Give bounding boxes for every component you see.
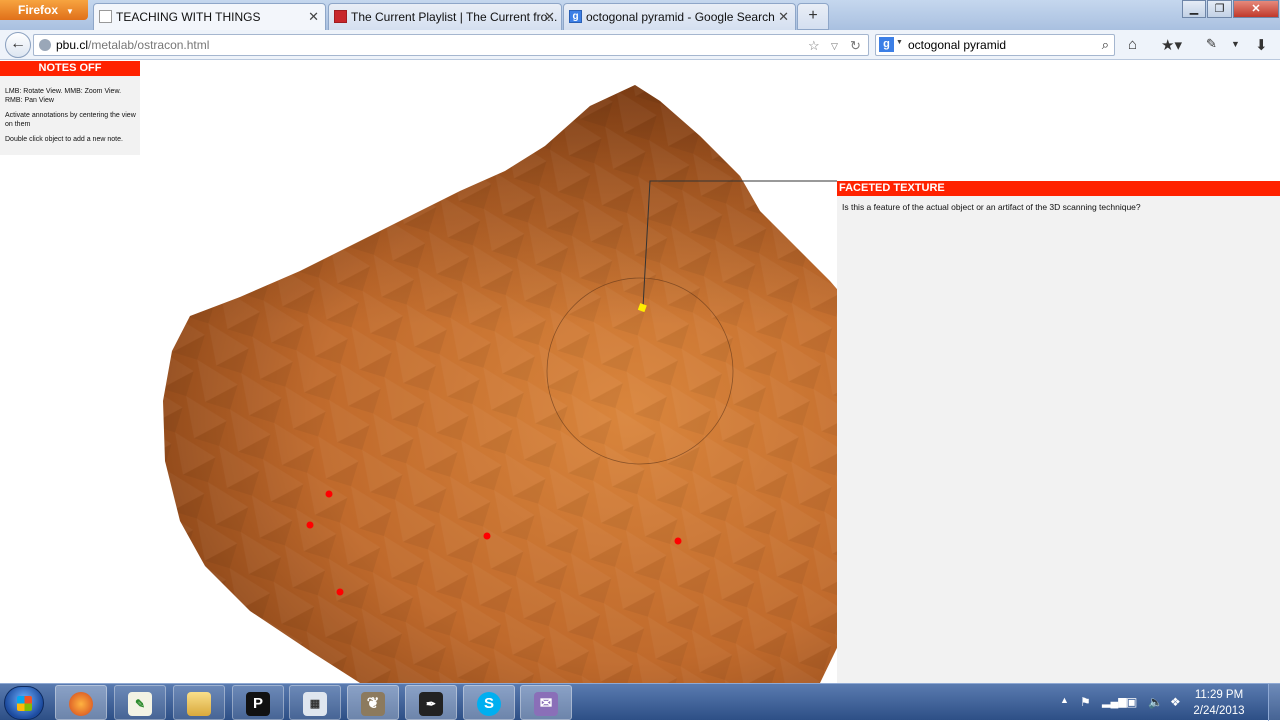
taskbar-firefox[interactable]: [55, 685, 107, 720]
globe-icon: [39, 39, 51, 51]
annotation-panel: FACETED TEXTURE Is this a feature of the…: [837, 181, 1280, 683]
annotation-title: FACETED TEXTURE: [837, 181, 1280, 196]
annotation-marker[interactable]: [674, 537, 682, 545]
help-text: LMB: Rotate View. MMB: Zoom View. RMB: P…: [5, 87, 137, 150]
chevron-down-icon[interactable]: ▼: [1231, 39, 1240, 49]
bookmarks-menu-icon[interactable]: ★▾: [1161, 36, 1182, 54]
close-icon[interactable]: ✕: [778, 9, 789, 25]
object-facet-texture: [163, 85, 912, 683]
taskbar-pidgin[interactable]: ✉: [520, 685, 572, 720]
home-icon[interactable]: ⌂: [1128, 36, 1137, 53]
annotation-marker[interactable]: [483, 532, 491, 540]
clock-date: 2/24/2013: [1193, 705, 1245, 717]
url-bar[interactable]: pbu.cl/metalab/ostracon.html ☆ ▽ ↻: [33, 34, 869, 56]
reload-icon[interactable]: ↻: [850, 38, 861, 54]
url-domain: pbu.cl: [56, 38, 89, 52]
network-signal-icon[interactable]: ▂▄▆: [1102, 695, 1127, 708]
page-viewport: NOTES OFF LMB: Rotate View. MMB: Zoom Vi…: [0, 61, 1280, 683]
close-icon[interactable]: ✕: [308, 9, 319, 25]
notes-panel: NOTES OFF LMB: Rotate View. MMB: Zoom Vi…: [0, 61, 140, 155]
search-input[interactable]: octogonal pyramid: [908, 38, 1006, 52]
gimp-icon: ❦: [361, 692, 385, 716]
url-path: /metalab/ostracon.html: [88, 38, 210, 52]
volume-icon[interactable]: 🔈: [1148, 695, 1163, 709]
tray-expand-icon[interactable]: ▲: [1060, 695, 1069, 705]
clock-time: 11:29 PM: [1194, 689, 1244, 701]
calculator-icon: ▦: [303, 692, 327, 716]
star-bookmark-icon[interactable]: ☆: [808, 38, 820, 54]
device-icon[interactable]: ▣: [1126, 695, 1137, 709]
system-clock[interactable]: 11:29 PM 2/24/2013: [1183, 687, 1255, 719]
downloads-icon[interactable]: ⬇: [1255, 36, 1268, 54]
annotation-marker[interactable]: [325, 490, 333, 498]
dropbox-icon[interactable]: ❖: [1170, 695, 1181, 709]
firefox-menu-button[interactable]: Firefox ▼: [0, 0, 88, 20]
taskbar-notepad[interactable]: ✎: [114, 685, 166, 720]
tab-google-search[interactable]: g octogonal pyramid - Google Search ✕: [563, 3, 796, 30]
back-button[interactable]: ←: [5, 32, 31, 58]
firefox-icon: [69, 692, 93, 716]
explorer-folder-icon: [187, 692, 211, 716]
annotation-body: Is this a feature of the actual object o…: [842, 202, 1141, 212]
close-icon[interactable]: ✕: [544, 9, 555, 25]
addon-icon[interactable]: ✎: [1206, 36, 1217, 52]
firefox-menu-label: Firefox: [18, 3, 59, 17]
tab-teaching-with-things[interactable]: TEACHING WITH THINGS ✕: [93, 3, 326, 30]
annotation-marker[interactable]: [336, 588, 344, 596]
tab-title: TEACHING WITH THINGS: [116, 10, 261, 24]
start-button[interactable]: [4, 686, 44, 720]
maximize-button[interactable]: ❐: [1207, 0, 1232, 18]
taskbar-p-app[interactable]: P: [232, 685, 284, 720]
help-annotations: Activate annotations by centering the vi…: [5, 112, 136, 128]
pidgin-icon: ✉: [534, 692, 558, 716]
new-tab-button[interactable]: +: [797, 3, 829, 30]
taskbar-calculator[interactable]: ▦: [289, 685, 341, 720]
windows-logo-icon: [17, 696, 32, 711]
taskbar-gimp[interactable]: ❦: [347, 685, 399, 720]
notes-toggle-button[interactable]: NOTES OFF: [0, 61, 140, 76]
annotation-marker[interactable]: [306, 521, 314, 529]
history-dropdown-icon[interactable]: ▽: [831, 41, 838, 52]
taskbar-explorer[interactable]: [173, 685, 225, 720]
action-center-flag-icon[interactable]: ⚑: [1080, 695, 1091, 709]
help-controls: LMB: Rotate View. MMB: Zoom View. RMB: P…: [5, 88, 122, 104]
google-favicon-icon: g: [569, 10, 582, 23]
tab-title: The Current Playlist | The Current fro..…: [351, 10, 558, 24]
show-desktop-button[interactable]: [1268, 684, 1280, 721]
help-new-note: Double click object to add a new note.: [5, 136, 123, 143]
blank-page-icon: [99, 10, 112, 23]
p-app-icon: P: [246, 692, 270, 716]
navigation-toolbar: ← pbu.cl/metalab/ostracon.html ☆ ▽ ↻ g ▼…: [0, 30, 1280, 60]
chevron-down-icon: ▼: [66, 7, 74, 16]
inkscape-icon: ✒: [419, 692, 443, 716]
taskbar-skype[interactable]: S: [463, 685, 515, 720]
tab-title: octogonal pyramid - Google Search: [586, 10, 775, 24]
taskbar-inkscape[interactable]: ✒: [405, 685, 457, 720]
notepad-icon: ✎: [128, 692, 152, 716]
minimize-button[interactable]: ▁: [1182, 0, 1206, 18]
tab-current-playlist[interactable]: The Current Playlist | The Current fro..…: [328, 3, 562, 30]
windows-taskbar: ✎ P ▦ ❦ ✒ S ✉ ▲ ⚑ ▂▄▆ ▣ 🔈 ❖ 11:29 PM 2/2…: [0, 683, 1280, 721]
window-close-button[interactable]: ✕: [1233, 0, 1279, 18]
skype-icon: S: [477, 692, 501, 716]
search-bar[interactable]: g ▼ octogonal pyramid ⌕: [875, 34, 1115, 56]
chevron-down-icon: ▼: [896, 39, 903, 46]
search-icon[interactable]: ⌕: [1102, 37, 1109, 53]
tab-strip: Firefox ▼ TEACHING WITH THINGS ✕ The Curr…: [0, 0, 1280, 30]
the-current-favicon-icon: [334, 10, 347, 23]
google-engine-icon[interactable]: g: [879, 37, 894, 52]
